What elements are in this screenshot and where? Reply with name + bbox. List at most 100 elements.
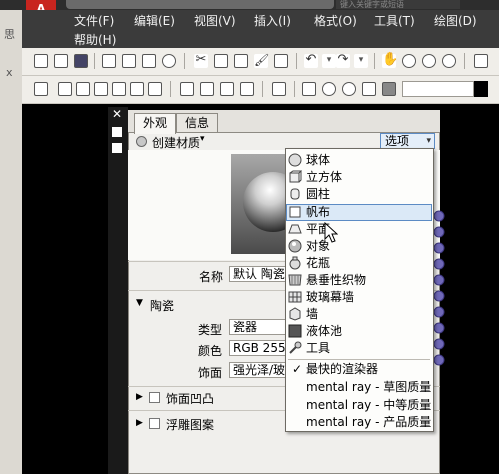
menu-insert[interactable]: 插入(I): [254, 12, 291, 29]
tab-info[interactable]: 信息: [176, 113, 218, 132]
color-swatch-icon[interactable]: [382, 82, 396, 96]
menu-item-mr-medium[interactable]: mental ray - 中等质量: [286, 397, 432, 414]
right-view-icon[interactable]: [112, 82, 126, 96]
menu-item-plane[interactable]: 平面: [286, 221, 432, 238]
edge-text: 思: [4, 28, 15, 41]
toolbar-separator: [262, 81, 263, 97]
menu-item-canvas[interactable]: 帆布: [286, 204, 432, 221]
palette-properties-icon[interactable]: [112, 143, 122, 153]
save-icon[interactable]: [74, 54, 88, 68]
palette-autohide-icon[interactable]: [112, 127, 122, 137]
paste-icon[interactable]: [234, 54, 248, 68]
expand-triangle-icon[interactable]: ▶: [136, 418, 143, 428]
open-icon[interactable]: [54, 54, 68, 68]
properties-icon[interactable]: [474, 54, 488, 68]
menu-item-label: 玻璃幕墙: [306, 290, 355, 304]
create-material-icon[interactable]: [136, 136, 147, 147]
print-icon[interactable]: [102, 54, 116, 68]
zoom-previous-icon[interactable]: [442, 54, 456, 68]
cut-icon[interactable]: ✂: [194, 53, 208, 68]
toolbar-separator: [184, 53, 185, 69]
menu-item-tool[interactable]: 工具: [286, 340, 432, 357]
tab-appearance[interactable]: 外观: [134, 113, 176, 134]
cube-icon: [289, 170, 302, 183]
zoom-window-icon[interactable]: [422, 54, 436, 68]
copy-icon[interactable]: [214, 54, 228, 68]
palette-titlebar[interactable]: ✕: [108, 107, 128, 474]
chevron-down-icon[interactable]: ▾: [200, 134, 205, 144]
palette-close-icon[interactable]: ✕: [112, 107, 122, 121]
preview-icon[interactable]: [122, 54, 136, 68]
block-editor-icon[interactable]: [274, 54, 288, 68]
type-dropdown[interactable]: 瓷器: [229, 319, 287, 335]
menu-tools[interactable]: 工具(T): [374, 12, 415, 29]
palette-resize-handle[interactable]: [432, 208, 446, 368]
menu-item-glass-wall[interactable]: 玻璃幕墙: [286, 289, 432, 306]
finish-dropdown[interactable]: 强光泽/玻: [229, 362, 287, 378]
menu-item-label: 液体池: [306, 324, 343, 338]
layer-dropdown-arrow-icon[interactable]: [474, 81, 488, 97]
options-dropdown[interactable]: 选项 ▾: [380, 133, 435, 149]
create-material-button[interactable]: 创建材质: [152, 134, 200, 151]
expand-triangle-icon[interactable]: ▶: [136, 392, 143, 402]
menu-draw[interactable]: 绘图(D): [434, 12, 477, 29]
menu-item-wall[interactable]: 墙: [286, 306, 432, 323]
quick-access-toolbar[interactable]: [66, 0, 334, 9]
color-field[interactable]: RGB 255: [229, 340, 287, 356]
new-icon[interactable]: [34, 54, 48, 68]
back-view-icon[interactable]: [148, 82, 162, 96]
top-view-icon[interactable]: [58, 82, 72, 96]
layer-dropdown[interactable]: [402, 81, 474, 97]
plane-icon: [288, 224, 302, 234]
publish-icon[interactable]: [142, 54, 156, 68]
menu-item-fastest-renderer[interactable]: ✓ 最快的渲染器: [286, 361, 432, 378]
menu-edit[interactable]: 编辑(E): [134, 12, 175, 29]
sun-icon[interactable]: [342, 82, 356, 96]
name-label: 名称: [199, 270, 224, 284]
bulb-icon[interactable]: [322, 82, 336, 96]
redo-icon[interactable]: ↷: [336, 53, 350, 68]
collapse-triangle-icon[interactable]: ▼: [136, 298, 143, 308]
menu-item-cylinder[interactable]: 圆柱: [286, 186, 432, 203]
lock-icon[interactable]: [362, 82, 376, 96]
bottom-view-icon[interactable]: [76, 82, 90, 96]
pan-icon[interactable]: ✋: [382, 53, 398, 68]
toolbar-separator: [294, 81, 295, 97]
menu-item-sphere[interactable]: 球体: [286, 152, 432, 169]
edge-close-icon[interactable]: x: [6, 66, 13, 79]
menu-item-object[interactable]: 对象: [286, 238, 432, 255]
undo-icon[interactable]: ↶: [304, 53, 318, 68]
camera-icon[interactable]: [272, 82, 286, 96]
menu-format[interactable]: 格式(O): [314, 12, 357, 29]
menu-item-mr-draft[interactable]: mental ray - 草图质量: [286, 379, 432, 396]
match-properties-icon[interactable]: 🖌: [254, 54, 269, 68]
bump-checkbox[interactable]: [149, 392, 160, 403]
menu-view[interactable]: 视图(V): [194, 12, 236, 29]
chevron-down-icon: ▾: [426, 136, 431, 146]
menu-item-vase[interactable]: 花瓶: [286, 255, 432, 272]
name-field[interactable]: 默认 陶瓷: [229, 266, 287, 282]
relief-checkbox[interactable]: [149, 418, 160, 429]
zoom-realtime-icon[interactable]: [402, 54, 416, 68]
sw-iso-icon[interactable]: [180, 82, 194, 96]
menu-item-fabric[interactable]: 悬垂性织物: [286, 272, 432, 289]
redo-dropdown-icon[interactable]: ▾: [354, 54, 368, 68]
front-view-icon[interactable]: [130, 82, 144, 96]
left-view-icon[interactable]: [94, 82, 108, 96]
menu-item-mr-production[interactable]: mental ray - 产品质量: [286, 414, 432, 431]
sphere-icon: [288, 153, 302, 167]
menu-file[interactable]: 文件(F): [74, 12, 114, 29]
modeling-toolbar: [22, 76, 499, 104]
bump-label: 饰面凹凸: [166, 392, 215, 406]
nw-iso-icon[interactable]: [240, 82, 254, 96]
layer-icon[interactable]: [302, 82, 316, 96]
menu-help[interactable]: 帮助(H): [74, 31, 116, 48]
se-iso-icon[interactable]: [200, 82, 214, 96]
search-box[interactable]: 键入关键字或短语: [336, 0, 460, 9]
workspace-icon[interactable]: [34, 82, 48, 96]
undo-dropdown-icon[interactable]: ▾: [322, 54, 336, 68]
menu-item-cube[interactable]: 立方体: [286, 169, 432, 186]
3d-dwf-icon[interactable]: [162, 54, 176, 68]
ne-iso-icon[interactable]: [220, 82, 234, 96]
menu-item-pool[interactable]: 液体池: [286, 323, 432, 340]
